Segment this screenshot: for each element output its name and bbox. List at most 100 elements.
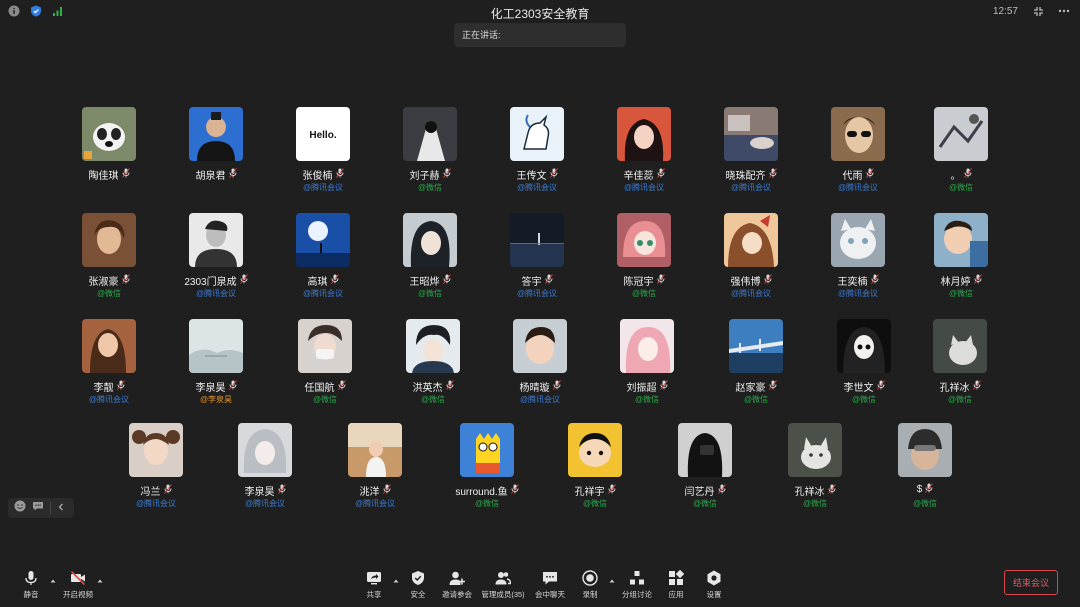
- mic-muted-icon: [552, 380, 561, 393]
- participant-tile[interactable]: 洮洋 @腾讯会议: [320, 423, 430, 527]
- participant-tile[interactable]: 孔祥宇 @微信: [540, 423, 650, 527]
- record-button[interactable]: 录制: [565, 570, 615, 600]
- manage-members-button[interactable]: 管理成员(35): [478, 570, 528, 600]
- clock-time: 12:57: [992, 5, 1018, 17]
- participant-tile[interactable]: 陈冠宇 @微信: [589, 213, 699, 317]
- participant-name-row: 林月婷: [906, 273, 1016, 288]
- mute-button[interactable]: 静音: [6, 570, 56, 600]
- avatar: [729, 319, 783, 373]
- avatar: [831, 213, 885, 267]
- participant-tile[interactable]: surround.鱼 @微信: [432, 423, 542, 527]
- avatar: [348, 423, 402, 477]
- avatar: [934, 213, 988, 267]
- participant-tile[interactable]: 辛佳蕊 @腾讯会议: [589, 107, 699, 211]
- participant-source: @微信: [802, 499, 828, 508]
- participant-tile[interactable]: 孔祥冰 @微信: [905, 319, 1015, 423]
- participant-name: 孔祥宇: [574, 487, 605, 498]
- avatar: [617, 213, 671, 267]
- mic-muted-icon: [544, 274, 553, 287]
- avatar: [510, 107, 564, 161]
- participant-tile[interactable]: 代雨 @腾讯会议: [803, 107, 913, 211]
- participant-name: 闫艺丹: [684, 487, 715, 498]
- invite-button[interactable]: 邀请参会: [432, 570, 482, 600]
- avatar: Hello.: [296, 107, 350, 161]
- participant-tile[interactable]: 冯兰 @腾讯会议: [101, 423, 211, 527]
- participant-tile[interactable]: 王传文 @腾讯会议: [482, 107, 592, 211]
- participant-name: 刘子赫: [409, 171, 440, 182]
- participant-tile[interactable]: 胡泉君: [161, 107, 271, 211]
- settings-label: 设置: [706, 590, 722, 599]
- video-caret-icon[interactable]: [97, 578, 103, 584]
- participant-name-row: 晓珠配齐: [696, 167, 806, 182]
- participant-tile[interactable]: 王奕楠 @腾讯会议: [803, 213, 913, 317]
- participant-tile[interactable]: 王昭烨 @微信: [375, 213, 485, 317]
- participant-name-row: 闫艺丹: [650, 483, 760, 498]
- participant-name: 李靓: [93, 383, 114, 394]
- participant-tile[interactable]: 答宇 @腾讯会议: [482, 213, 592, 317]
- video-button[interactable]: 开启视频: [53, 570, 103, 600]
- participant-tile[interactable]: 李泉昊 @李泉昊: [161, 319, 271, 423]
- participant-tile[interactable]: 晓珠配齐 @腾讯会议: [696, 107, 806, 211]
- avatar: [617, 107, 671, 161]
- mute-label: 静音: [23, 590, 39, 599]
- participant-name: 冯兰: [140, 487, 161, 498]
- more-icon[interactable]: [1058, 5, 1070, 17]
- emoji-icon[interactable]: [14, 499, 26, 517]
- participant-tile[interactable]: Hello. 张俊楠 @腾讯会议: [268, 107, 378, 211]
- participant-tile[interactable]: 李靓 @腾讯会议: [54, 319, 164, 423]
- participant-tile[interactable]: 李世文 @微信: [809, 319, 919, 423]
- participant-tile[interactable]: 杨晴璇 @腾讯会议: [485, 319, 595, 423]
- participant-tile[interactable]: 张淑豪 @微信: [54, 213, 164, 317]
- participant-source: @腾讯会议: [195, 289, 237, 298]
- settings-button[interactable]: 设置: [689, 570, 739, 600]
- participant-tile[interactable]: 李泉昊 @腾讯会议: [210, 423, 320, 527]
- participant-tile[interactable]: 刘振超 @微信: [592, 319, 702, 423]
- participant-tile[interactable]: 。 @微信: [906, 107, 1016, 211]
- participant-source: @腾讯会议: [837, 183, 879, 192]
- record-label: 录制: [582, 590, 598, 599]
- participant-tile[interactable]: 林月婷 @微信: [906, 213, 1016, 317]
- participant-source: @微信: [634, 395, 660, 404]
- participant-name: 答宇: [521, 277, 542, 288]
- participant-name-row: 孔祥冰: [760, 483, 870, 498]
- end-meeting-button[interactable]: 结束会议: [1004, 570, 1058, 595]
- avatar: [513, 319, 567, 373]
- participant-tile[interactable]: 赵家豪 @微信: [701, 319, 811, 423]
- participant-name-row: 张俊楠: [268, 167, 378, 182]
- avatar: [238, 423, 292, 477]
- participant-tile[interactable]: 孔祥冰 @微信: [760, 423, 870, 527]
- participant-name: 林月婷: [940, 277, 971, 288]
- security-shield-icon: [412, 571, 424, 585]
- mic-muted-icon: [973, 274, 982, 287]
- mic-muted-icon: [549, 168, 558, 181]
- participant-tile[interactable]: 任国航 @微信: [270, 319, 380, 423]
- avatar: [620, 319, 674, 373]
- participant-name-row: 任国航: [270, 379, 380, 394]
- video-off-icon: [70, 570, 86, 586]
- collapse-left-icon[interactable]: [57, 499, 65, 517]
- invite-label: 邀请参会: [442, 590, 472, 599]
- participant-name-row: 杨晴璇: [485, 379, 595, 394]
- participant-tile[interactable]: 闫艺丹 @微信: [650, 423, 760, 527]
- mic-muted-icon: [228, 168, 237, 181]
- participant-name-row: 李泉昊: [210, 483, 320, 498]
- avatar: [678, 423, 732, 477]
- exit-fullscreen-icon[interactable]: [1032, 5, 1044, 17]
- avatar: [296, 213, 350, 267]
- participant-tile[interactable]: 洪英杰 @微信: [378, 319, 488, 423]
- participant-tile[interactable]: 2303门泉成 @腾讯会议: [161, 213, 271, 317]
- participant-tile[interactable]: $ @微信: [870, 423, 980, 527]
- participant-source: @腾讯会议: [730, 289, 772, 298]
- participant-tile[interactable]: 强伟博 @腾讯会议: [696, 213, 806, 317]
- avatar: [460, 423, 514, 477]
- share-button[interactable]: 共享: [349, 570, 399, 600]
- mic-muted-icon: [607, 484, 616, 497]
- comment-icon[interactable]: [32, 499, 44, 517]
- participant-tile[interactable]: 陶佳琪: [54, 107, 164, 211]
- mic-muted-icon: [656, 274, 665, 287]
- participant-name-row: 冯兰: [101, 483, 211, 498]
- participant-name: 晓珠配齐: [725, 171, 766, 182]
- participant-tile[interactable]: 高琪 @腾讯会议: [268, 213, 378, 317]
- participant-source: @微信: [474, 499, 500, 508]
- participant-tile[interactable]: 刘子赫 @微信: [375, 107, 485, 211]
